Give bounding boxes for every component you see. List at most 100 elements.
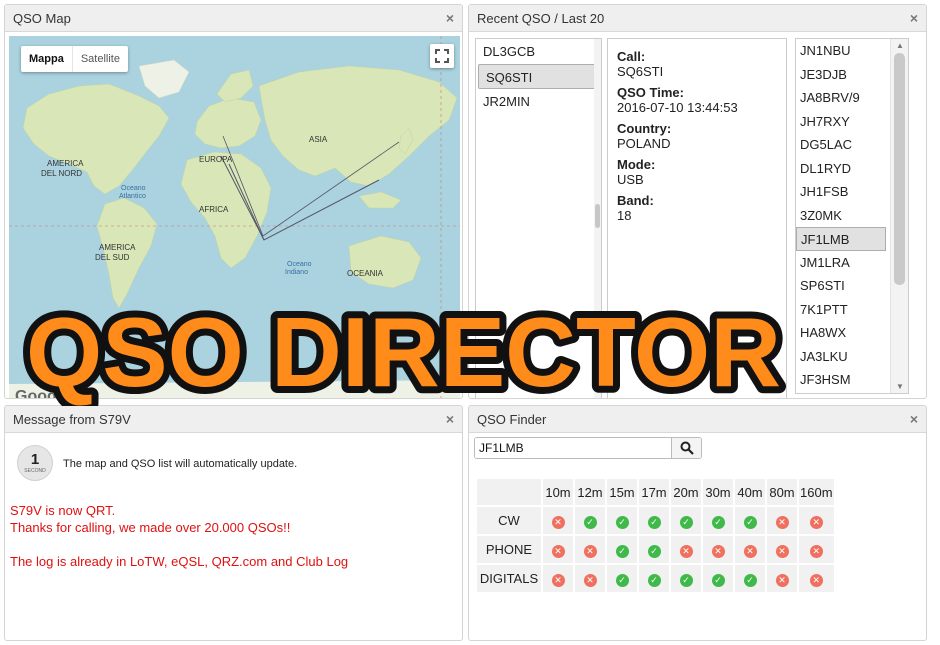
close-icon[interactable]: × xyxy=(446,10,454,26)
qso-finder-title: QSO Finder xyxy=(477,411,547,427)
check-icon: ✓ xyxy=(711,515,725,529)
mode-value: USB xyxy=(617,172,644,187)
check-icon: ✓ xyxy=(615,515,629,529)
callsign-item-selected[interactable]: JF1LMB xyxy=(796,227,886,251)
band-header: 160m xyxy=(799,479,834,505)
band-header: 20m xyxy=(671,479,701,505)
map-label: AMERICA xyxy=(47,159,84,168)
scrollbar[interactable] xyxy=(594,39,601,398)
table-corner xyxy=(477,479,541,505)
callsign-list[interactable]: JN1NBU JE3DJB JA8BRV/9 JH7RXY DG5LAC DL1RYD JH… xyxy=(795,38,909,394)
map-label: DEL SUD xyxy=(95,253,130,262)
band-header: 40m xyxy=(735,479,765,505)
map-label: AMERICA xyxy=(99,243,136,252)
call-label: Call: xyxy=(617,49,646,64)
call-value: SQ6STI xyxy=(617,64,664,79)
status-cell: ✕ xyxy=(543,536,573,563)
status-cell: ✓ xyxy=(607,507,637,534)
qso-map-header: QSO Map × xyxy=(5,5,462,32)
close-icon[interactable]: × xyxy=(910,411,918,427)
mode-label: CW xyxy=(477,507,541,534)
cross-icon: ✕ xyxy=(775,573,789,587)
check-icon: ✓ xyxy=(615,573,629,587)
status-cell: ✕ xyxy=(703,536,733,563)
google-logo: Google xyxy=(15,388,71,399)
table-row: CW ✕ ✓ ✓ ✓ ✓ ✓ ✓ ✕ ✕ xyxy=(477,507,834,534)
message-header: Message from S79V × xyxy=(5,406,462,433)
map-type-satellite-button[interactable]: Satellite xyxy=(71,46,128,72)
map-type-map-button[interactable]: Mappa xyxy=(21,46,72,72)
status-cell: ✓ xyxy=(607,536,637,563)
list-item-selected[interactable]: SQ6STI xyxy=(478,64,599,89)
list-item[interactable]: JR2MIN xyxy=(476,89,601,114)
status-cell: ✓ xyxy=(607,565,637,592)
map-label: EUROPA xyxy=(199,155,233,164)
check-icon: ✓ xyxy=(647,544,661,558)
check-icon: ✓ xyxy=(679,515,693,529)
status-cell: ✓ xyxy=(735,507,765,534)
status-cell: ✕ xyxy=(799,565,834,592)
check-icon: ✓ xyxy=(711,573,725,587)
band-status-table: 10m 12m 15m 17m 20m 30m 40m 80m 160m CW ✕ ✓ ✓ ✓ ✓ ✓ ✓ ✕ ✕… xyxy=(475,477,836,594)
map-label: AFRICA xyxy=(199,205,229,214)
qso-map-panel: QSO Map × AMERICA DEL NORD EUROPA ASIA A… xyxy=(4,4,463,399)
cross-icon: ✕ xyxy=(551,544,565,558)
country-value: POLAND xyxy=(617,136,671,151)
status-cell: ✓ xyxy=(575,507,605,534)
map-label: Oceano xyxy=(287,261,312,268)
countdown-unit: SECOND xyxy=(24,468,46,474)
fullscreen-icon[interactable] xyxy=(430,44,454,68)
list-item[interactable]: DL3GCB xyxy=(476,39,601,64)
cross-icon: ✕ xyxy=(809,544,823,558)
status-cell: ✓ xyxy=(671,565,701,592)
scroll-down-icon[interactable]: ▼ xyxy=(891,382,909,391)
status-cell: ✓ xyxy=(639,565,669,592)
search-button[interactable] xyxy=(671,438,701,458)
status-cell: ✕ xyxy=(767,536,797,563)
qso-details: Call: SQ6STI QSO Time: 2016-07-10 13:44:… xyxy=(607,38,787,398)
cross-icon: ✕ xyxy=(775,544,789,558)
message-title: Message from S79V xyxy=(13,411,131,427)
recent-qso-list[interactable]: DL3GCB SQ6STI JR2MIN xyxy=(475,38,602,398)
close-icon[interactable]: × xyxy=(446,411,454,427)
band-header: 10m xyxy=(543,479,573,505)
map-canvas[interactable]: AMERICA DEL NORD EUROPA ASIA AFRICA Ocea… xyxy=(9,36,460,399)
recent-qso-panel: Recent QSO / Last 20 × DL3GCB SQ6STI JR2… xyxy=(468,4,927,399)
status-cell: ✕ xyxy=(799,507,834,534)
world-map[interactable]: AMERICA DEL NORD EUROPA ASIA AFRICA Ocea… xyxy=(9,36,460,399)
status-cell: ✓ xyxy=(671,507,701,534)
status-cell: ✓ xyxy=(703,507,733,534)
check-icon: ✓ xyxy=(647,515,661,529)
map-label: Oceano xyxy=(121,185,146,192)
cross-icon: ✕ xyxy=(711,544,725,558)
update-info-text: The map and QSO list will automatically … xyxy=(63,458,298,470)
mode-label: PHONE xyxy=(477,536,541,563)
status-cell: ✕ xyxy=(735,536,765,563)
check-icon: ✓ xyxy=(743,573,757,587)
band-header: 80m xyxy=(767,479,797,505)
countdown-icon: 1 SECOND xyxy=(17,445,53,481)
map-label: Indiano xyxy=(285,269,308,276)
status-cell: ✕ xyxy=(671,536,701,563)
check-icon: ✓ xyxy=(679,573,693,587)
qso-finder-panel: QSO Finder × 10m12m15m17m20m30m40m80m160… xyxy=(468,405,927,641)
scrollbar[interactable]: ▲ ▼ xyxy=(890,39,908,393)
scrollbar-thumb[interactable] xyxy=(894,53,905,285)
callsign-search-input[interactable] xyxy=(475,438,671,458)
band-header: 17m xyxy=(639,479,669,505)
map-label: OCEANIA xyxy=(347,269,384,278)
qso-finder-header: QSO Finder × xyxy=(469,406,926,433)
cross-icon: ✕ xyxy=(679,544,693,558)
cross-icon: ✕ xyxy=(583,573,597,587)
map-label: Atlantico xyxy=(119,193,146,200)
scrollbar-thumb[interactable] xyxy=(595,204,600,228)
cross-icon: ✕ xyxy=(809,515,823,529)
band-label: Band: xyxy=(617,193,654,208)
search-icon xyxy=(680,441,694,455)
cross-icon: ✕ xyxy=(809,573,823,587)
cross-icon: ✕ xyxy=(743,544,757,558)
status-cell: ✕ xyxy=(543,565,573,592)
status-cell: ✕ xyxy=(575,536,605,563)
close-icon[interactable]: × xyxy=(910,10,918,26)
scroll-up-icon[interactable]: ▲ xyxy=(891,41,909,50)
